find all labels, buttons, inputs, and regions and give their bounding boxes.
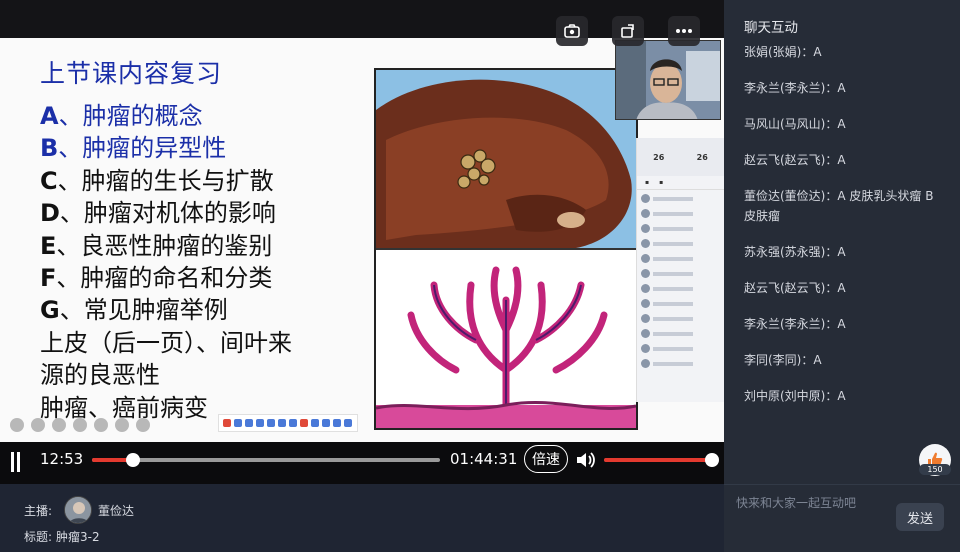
pathology-illustration — [374, 68, 638, 430]
embedded-row — [641, 282, 720, 295]
comment-icon[interactable] — [115, 418, 129, 432]
embedded-row — [641, 267, 720, 280]
video-area[interactable]: 上节课内容复习 A、肿瘤的概念 B、肿瘤的异型性 C、肿瘤的生长与扩散 D、肿瘤… — [0, 0, 724, 484]
chat-message: 张娟(张娟)：A — [744, 45, 822, 59]
lesson-title: 肿瘤3-2 — [56, 530, 100, 544]
webcam-image — [616, 41, 720, 119]
embedded-row — [641, 297, 720, 310]
embedded-row — [641, 327, 720, 340]
slide-item: C、肿瘤的生长与扩散 — [40, 166, 274, 195]
title-label: 标题: — [24, 530, 53, 544]
slide-item: G、常见肿瘤举例 — [40, 296, 228, 325]
slide-item: B、肿瘤的异型性 — [40, 134, 227, 163]
volume-button[interactable] — [574, 449, 596, 471]
chat-divider — [724, 484, 960, 485]
embedded-row — [641, 252, 720, 265]
more-icon[interactable] — [136, 418, 150, 432]
avatar[interactable] — [64, 496, 92, 524]
taskbar-strip — [218, 414, 358, 432]
slide-title: 上节课内容复习 — [40, 59, 223, 88]
slide-toolbar — [10, 418, 150, 432]
embedded-stat: 26 — [653, 152, 665, 162]
illustration-divider — [376, 248, 636, 250]
chat-message: 李永兰(李永兰)：A — [744, 317, 846, 331]
next-slide-icon[interactable] — [31, 418, 45, 432]
playback-speed-button[interactable]: 倍速 — [524, 445, 568, 473]
slide-item: D、肿瘤对机体的影响 — [40, 199, 276, 228]
speaker-icon — [577, 452, 595, 468]
embedded-row — [641, 207, 720, 220]
slide-outline: A、肿瘤的概念 B、肿瘤的异型性 C、肿瘤的生长与扩散 D、肿瘤对机体的影响 E… — [40, 100, 292, 424]
scene-switch-button[interactable] — [556, 16, 588, 46]
camera-icon[interactable] — [94, 418, 108, 432]
chat-message: 赵云飞(赵云飞)：A — [744, 153, 846, 167]
live-lesson-player: 上节课内容复习 A、肿瘤的概念 B、肿瘤的异型性 C、肿瘤的生长与扩散 D、肿瘤… — [0, 0, 960, 552]
slide-item: A、肿瘤的概念 — [40, 102, 203, 130]
embedded-row — [641, 192, 720, 205]
pen-icon[interactable] — [52, 418, 66, 432]
slide-item: E、良恶性肿瘤的鉴别 — [40, 231, 273, 260]
embedded-chat-screenshot: 26 26 ▪ ▪ — [636, 138, 724, 402]
teacher-webcam[interactable] — [615, 40, 721, 120]
progress-knob[interactable] — [126, 453, 141, 467]
chat-message: 赵云飞(赵云飞)：A — [744, 281, 846, 295]
rotate-icon — [621, 24, 634, 38]
more-dots-icon — [676, 29, 692, 33]
slide-item: 源的良恶性 — [40, 361, 160, 390]
like-count: 150 — [919, 464, 951, 475]
embedded-row — [641, 312, 720, 325]
slide-item: F、肿瘤的命名和分类 — [40, 264, 273, 293]
chat-message: 刘中原(刘中原)：A — [744, 389, 846, 403]
embedded-stat: 26 — [696, 152, 708, 162]
chat-title: 聊天互动 — [744, 20, 798, 36]
rotate-screen-button[interactable] — [612, 16, 644, 46]
volume-knob[interactable] — [705, 453, 719, 467]
embedded-tabs: ▪ ▪ — [637, 176, 724, 190]
progress-bar[interactable] — [92, 453, 440, 467]
switch-camera-icon — [564, 24, 580, 38]
pause-icon[interactable] — [10, 452, 22, 472]
chat-message: 李永兰(李永兰)：A — [744, 81, 846, 95]
chat-message: 马风山(马风山)：A — [744, 117, 846, 131]
embedded-row — [641, 222, 720, 235]
volume-slider[interactable] — [604, 453, 719, 467]
embedded-row — [641, 342, 720, 355]
chat-message: 苏永强(苏永强)：A — [744, 245, 846, 259]
chat-message: 李同(李同)：A — [744, 353, 822, 367]
zoom-icon[interactable] — [73, 418, 87, 432]
total-time: 01:44:31 — [450, 450, 518, 468]
embedded-row — [641, 357, 720, 370]
volume-fill — [604, 458, 712, 462]
player-control-bar: 12:53 01:44:31 倍速 — [0, 442, 724, 484]
host-label: 主播: — [24, 504, 53, 518]
more-options-button[interactable] — [668, 16, 700, 46]
slide-item: 上皮（后一页）、间叶来 — [40, 328, 292, 357]
host-name: 董俭达 — [98, 504, 135, 518]
chat-message-list[interactable]: 张娟(张娟)：A 李永兰(李永兰)：A 马风山(马风山)：A 赵云飞(赵云飞)：… — [744, 40, 944, 440]
send-button[interactable]: 发送 — [896, 503, 944, 531]
prev-slide-icon[interactable] — [10, 418, 24, 432]
chat-input[interactable]: 快来和大家一起互动吧 — [736, 494, 856, 511]
chat-message: 董俭达(董俭达)：A 皮肤乳头状瘤 B 皮肤瘤 — [744, 189, 934, 223]
embedded-row — [641, 237, 720, 250]
current-time: 12:53 — [40, 450, 84, 468]
